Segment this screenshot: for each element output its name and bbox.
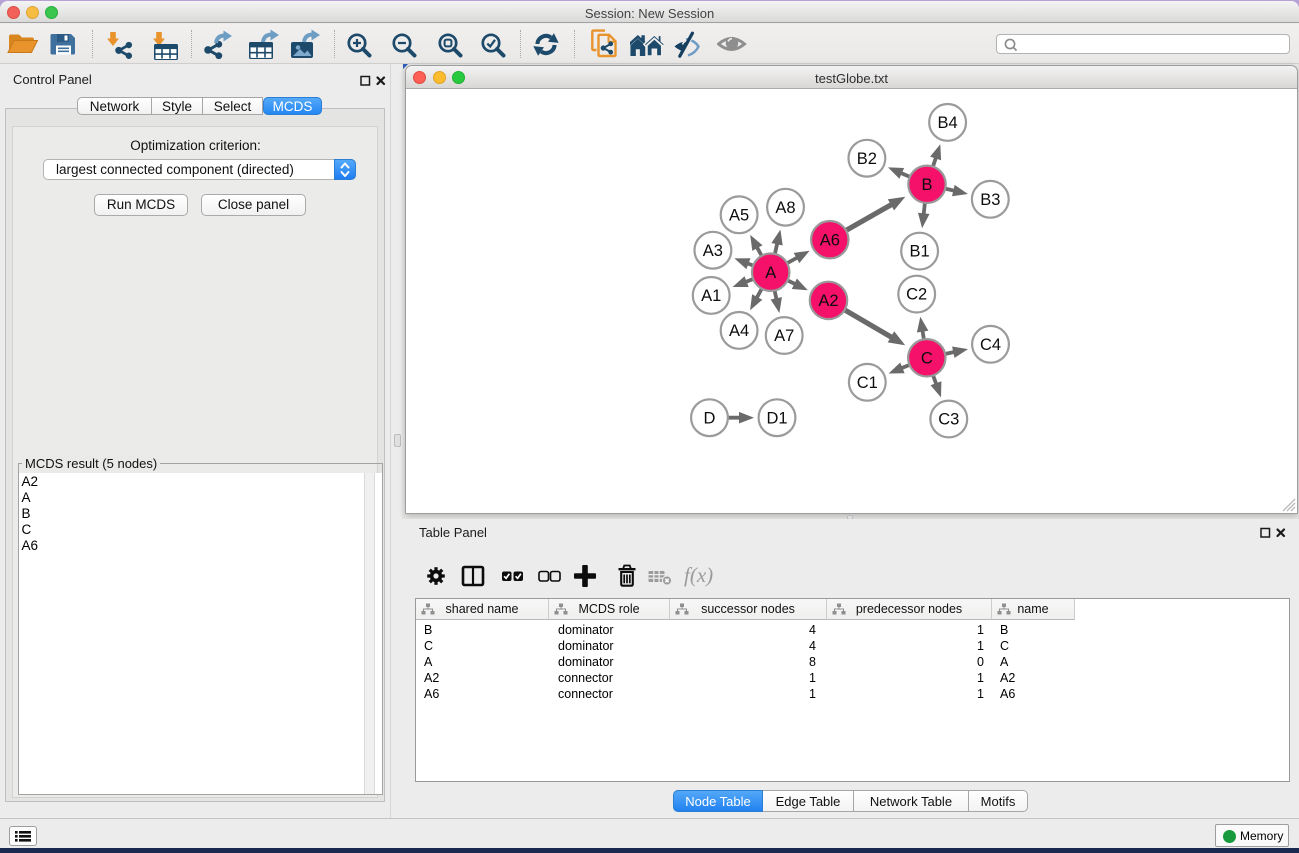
svg-text:A1: A1 bbox=[701, 287, 721, 305]
svg-text:D1: D1 bbox=[766, 409, 787, 427]
svg-text:C4: C4 bbox=[980, 336, 1001, 354]
svg-text:A3: A3 bbox=[703, 242, 723, 260]
svg-text:A8: A8 bbox=[775, 199, 795, 217]
svg-text:A2: A2 bbox=[818, 292, 838, 310]
svg-text:C: C bbox=[921, 349, 933, 367]
svg-text:A5: A5 bbox=[729, 206, 749, 224]
svg-text:B1: B1 bbox=[910, 243, 930, 261]
svg-text:A7: A7 bbox=[774, 327, 794, 345]
svg-text:B3: B3 bbox=[980, 191, 1000, 209]
svg-text:A: A bbox=[765, 264, 776, 282]
svg-text:C3: C3 bbox=[938, 411, 959, 429]
svg-text:A4: A4 bbox=[729, 322, 749, 340]
svg-text:C2: C2 bbox=[906, 286, 927, 304]
svg-text:C1: C1 bbox=[857, 374, 878, 392]
svg-text:B4: B4 bbox=[938, 114, 958, 132]
svg-text:B: B bbox=[921, 176, 932, 194]
svg-text:D: D bbox=[704, 409, 716, 427]
svg-text:B2: B2 bbox=[857, 150, 877, 168]
svg-text:A6: A6 bbox=[820, 231, 840, 249]
